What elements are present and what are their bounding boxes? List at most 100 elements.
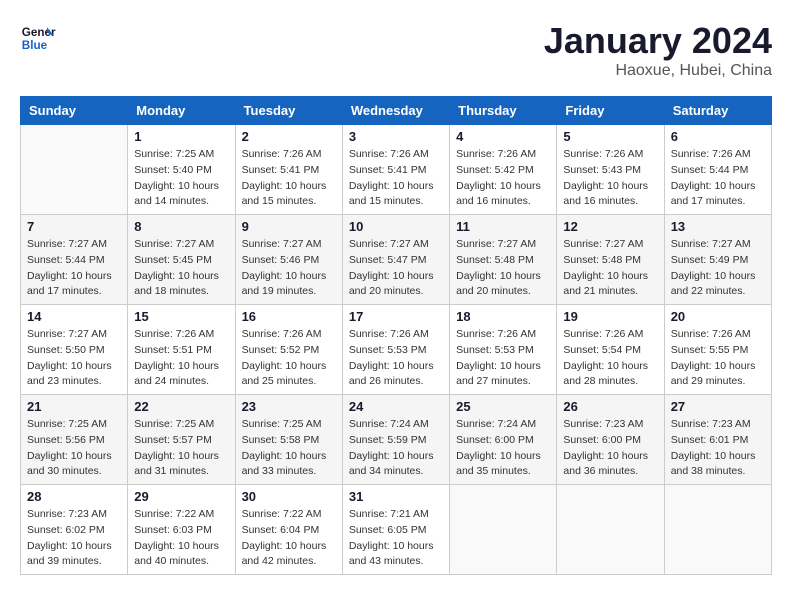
week-row-4: 21 Sunrise: 7:25 AMSunset: 5:56 PMDayligh… [21, 395, 772, 485]
cell-w5-d5 [557, 485, 664, 575]
day-info: Sunrise: 7:26 AMSunset: 5:42 PMDaylight:… [456, 147, 550, 210]
day-info: Sunrise: 7:25 AMSunset: 5:56 PMDaylight:… [27, 417, 121, 480]
header-thursday: Thursday [450, 97, 557, 125]
cell-w2-d4: 11 Sunrise: 7:27 AMSunset: 5:48 PMDayligh… [450, 215, 557, 305]
cell-w3-d6: 20 Sunrise: 7:26 AMSunset: 5:55 PMDayligh… [664, 305, 771, 395]
day-number: 18 [456, 309, 550, 324]
day-info: Sunrise: 7:25 AMSunset: 5:57 PMDaylight:… [134, 417, 228, 480]
day-number: 3 [349, 129, 443, 144]
day-number: 27 [671, 399, 765, 414]
day-number: 13 [671, 219, 765, 234]
day-number: 25 [456, 399, 550, 414]
day-info: Sunrise: 7:27 AMSunset: 5:50 PMDaylight:… [27, 327, 121, 390]
calendar-subtitle: Haoxue, Hubei, China [544, 62, 772, 80]
header-sunday: Sunday [21, 97, 128, 125]
day-info: Sunrise: 7:25 AMSunset: 5:40 PMDaylight:… [134, 147, 228, 210]
cell-w1-d4: 4 Sunrise: 7:26 AMSunset: 5:42 PMDaylight… [450, 125, 557, 215]
week-row-2: 7 Sunrise: 7:27 AMSunset: 5:44 PMDaylight… [21, 215, 772, 305]
day-number: 30 [242, 489, 336, 504]
cell-w3-d2: 16 Sunrise: 7:26 AMSunset: 5:52 PMDayligh… [235, 305, 342, 395]
day-number: 12 [563, 219, 657, 234]
day-number: 29 [134, 489, 228, 504]
day-info: Sunrise: 7:23 AMSunset: 6:01 PMDaylight:… [671, 417, 765, 480]
day-number: 8 [134, 219, 228, 234]
day-number: 26 [563, 399, 657, 414]
day-number: 11 [456, 219, 550, 234]
day-info: Sunrise: 7:27 AMSunset: 5:44 PMDaylight:… [27, 237, 121, 300]
day-info: Sunrise: 7:24 AMSunset: 5:59 PMDaylight:… [349, 417, 443, 480]
cell-w3-d4: 18 Sunrise: 7:26 AMSunset: 5:53 PMDayligh… [450, 305, 557, 395]
cell-w1-d2: 2 Sunrise: 7:26 AMSunset: 5:41 PMDaylight… [235, 125, 342, 215]
day-info: Sunrise: 7:25 AMSunset: 5:58 PMDaylight:… [242, 417, 336, 480]
calendar-title: January 2024 [544, 20, 772, 62]
day-info: Sunrise: 7:26 AMSunset: 5:53 PMDaylight:… [456, 327, 550, 390]
day-number: 24 [349, 399, 443, 414]
cell-w4-d1: 22 Sunrise: 7:25 AMSunset: 5:57 PMDayligh… [128, 395, 235, 485]
cell-w2-d2: 9 Sunrise: 7:27 AMSunset: 5:46 PMDaylight… [235, 215, 342, 305]
cell-w1-d1: 1Sunrise: 7:25 AMSunset: 5:40 PMDaylight… [128, 125, 235, 215]
header-wednesday: Wednesday [342, 97, 449, 125]
day-number: 15 [134, 309, 228, 324]
header-row: Sunday Monday Tuesday Wednesday Thursday… [21, 97, 772, 125]
day-number: 28 [27, 489, 121, 504]
week-row-5: 28 Sunrise: 7:23 AMSunset: 6:02 PMDayligh… [21, 485, 772, 575]
header-saturday: Saturday [664, 97, 771, 125]
day-info: Sunrise: 7:23 AMSunset: 6:02 PMDaylight:… [27, 507, 121, 570]
day-number: 31 [349, 489, 443, 504]
calendar-header: Sunday Monday Tuesday Wednesday Thursday… [21, 97, 772, 125]
day-info: Sunrise: 7:26 AMSunset: 5:54 PMDaylight:… [563, 327, 657, 390]
cell-w5-d4 [450, 485, 557, 575]
svg-text:Blue: Blue [22, 39, 48, 52]
header-area: General Blue January 2024 Haoxue, Hubei,… [20, 20, 772, 80]
cell-w3-d0: 14Sunrise: 7:27 AMSunset: 5:50 PMDayligh… [21, 305, 128, 395]
day-info: Sunrise: 7:26 AMSunset: 5:41 PMDaylight:… [349, 147, 443, 210]
cell-w2-d3: 10 Sunrise: 7:27 AMSunset: 5:47 PMDayligh… [342, 215, 449, 305]
day-info: Sunrise: 7:26 AMSunset: 5:52 PMDaylight:… [242, 327, 336, 390]
day-number: 20 [671, 309, 765, 324]
calendar-table: Sunday Monday Tuesday Wednesday Thursday… [20, 96, 772, 575]
day-number: 23 [242, 399, 336, 414]
day-info: Sunrise: 7:27 AMSunset: 5:49 PMDaylight:… [671, 237, 765, 300]
header-monday: Monday [128, 97, 235, 125]
day-info: Sunrise: 7:26 AMSunset: 5:41 PMDaylight:… [242, 147, 336, 210]
week-row-3: 14Sunrise: 7:27 AMSunset: 5:50 PMDayligh… [21, 305, 772, 395]
title-area: January 2024 Haoxue, Hubei, China [544, 20, 772, 80]
cell-w1-d6: 6Sunrise: 7:26 AMSunset: 5:44 PMDaylight… [664, 125, 771, 215]
cell-w4-d6: 27 Sunrise: 7:23 AMSunset: 6:01 PMDayligh… [664, 395, 771, 485]
day-number: 4 [456, 129, 550, 144]
logo: General Blue [20, 20, 56, 56]
cell-w4-d3: 24 Sunrise: 7:24 AMSunset: 5:59 PMDayligh… [342, 395, 449, 485]
day-number: 7 [27, 219, 121, 234]
cell-w1-d5: 5Sunrise: 7:26 AMSunset: 5:43 PMDaylight… [557, 125, 664, 215]
day-info: Sunrise: 7:27 AMSunset: 5:46 PMDaylight:… [242, 237, 336, 300]
day-number: 19 [563, 309, 657, 324]
cell-w3-d5: 19 Sunrise: 7:26 AMSunset: 5:54 PMDayligh… [557, 305, 664, 395]
day-number: 5 [563, 129, 657, 144]
day-number: 10 [349, 219, 443, 234]
day-info: Sunrise: 7:21 AMSunset: 6:05 PMDaylight:… [349, 507, 443, 570]
day-number: 9 [242, 219, 336, 234]
cell-w5-d3: 31 Sunrise: 7:21 AMSunset: 6:05 PMDayligh… [342, 485, 449, 575]
day-info: Sunrise: 7:26 AMSunset: 5:55 PMDaylight:… [671, 327, 765, 390]
cell-w3-d1: 15 Sunrise: 7:26 AMSunset: 5:51 PMDayligh… [128, 305, 235, 395]
cell-w4-d5: 26Sunrise: 7:23 AMSunset: 6:00 PMDayligh… [557, 395, 664, 485]
cell-w2-d0: 7 Sunrise: 7:27 AMSunset: 5:44 PMDaylight… [21, 215, 128, 305]
day-info: Sunrise: 7:27 AMSunset: 5:48 PMDaylight:… [456, 237, 550, 300]
day-number: 22 [134, 399, 228, 414]
header-tuesday: Tuesday [235, 97, 342, 125]
day-info: Sunrise: 7:26 AMSunset: 5:53 PMDaylight:… [349, 327, 443, 390]
cell-w4-d4: 25Sunrise: 7:24 AMSunset: 6:00 PMDayligh… [450, 395, 557, 485]
day-info: Sunrise: 7:22 AMSunset: 6:03 PMDaylight:… [134, 507, 228, 570]
day-info: Sunrise: 7:22 AMSunset: 6:04 PMDaylight:… [242, 507, 336, 570]
day-info: Sunrise: 7:26 AMSunset: 5:51 PMDaylight:… [134, 327, 228, 390]
week-row-1: 1Sunrise: 7:25 AMSunset: 5:40 PMDaylight… [21, 125, 772, 215]
cell-w4-d0: 21 Sunrise: 7:25 AMSunset: 5:56 PMDayligh… [21, 395, 128, 485]
day-info: Sunrise: 7:27 AMSunset: 5:47 PMDaylight:… [349, 237, 443, 300]
day-number: 6 [671, 129, 765, 144]
day-number: 21 [27, 399, 121, 414]
day-number: 2 [242, 129, 336, 144]
calendar-body: 1Sunrise: 7:25 AMSunset: 5:40 PMDaylight… [21, 125, 772, 575]
cell-w5-d6 [664, 485, 771, 575]
cell-w2-d5: 12Sunrise: 7:27 AMSunset: 5:48 PMDayligh… [557, 215, 664, 305]
day-number: 16 [242, 309, 336, 324]
